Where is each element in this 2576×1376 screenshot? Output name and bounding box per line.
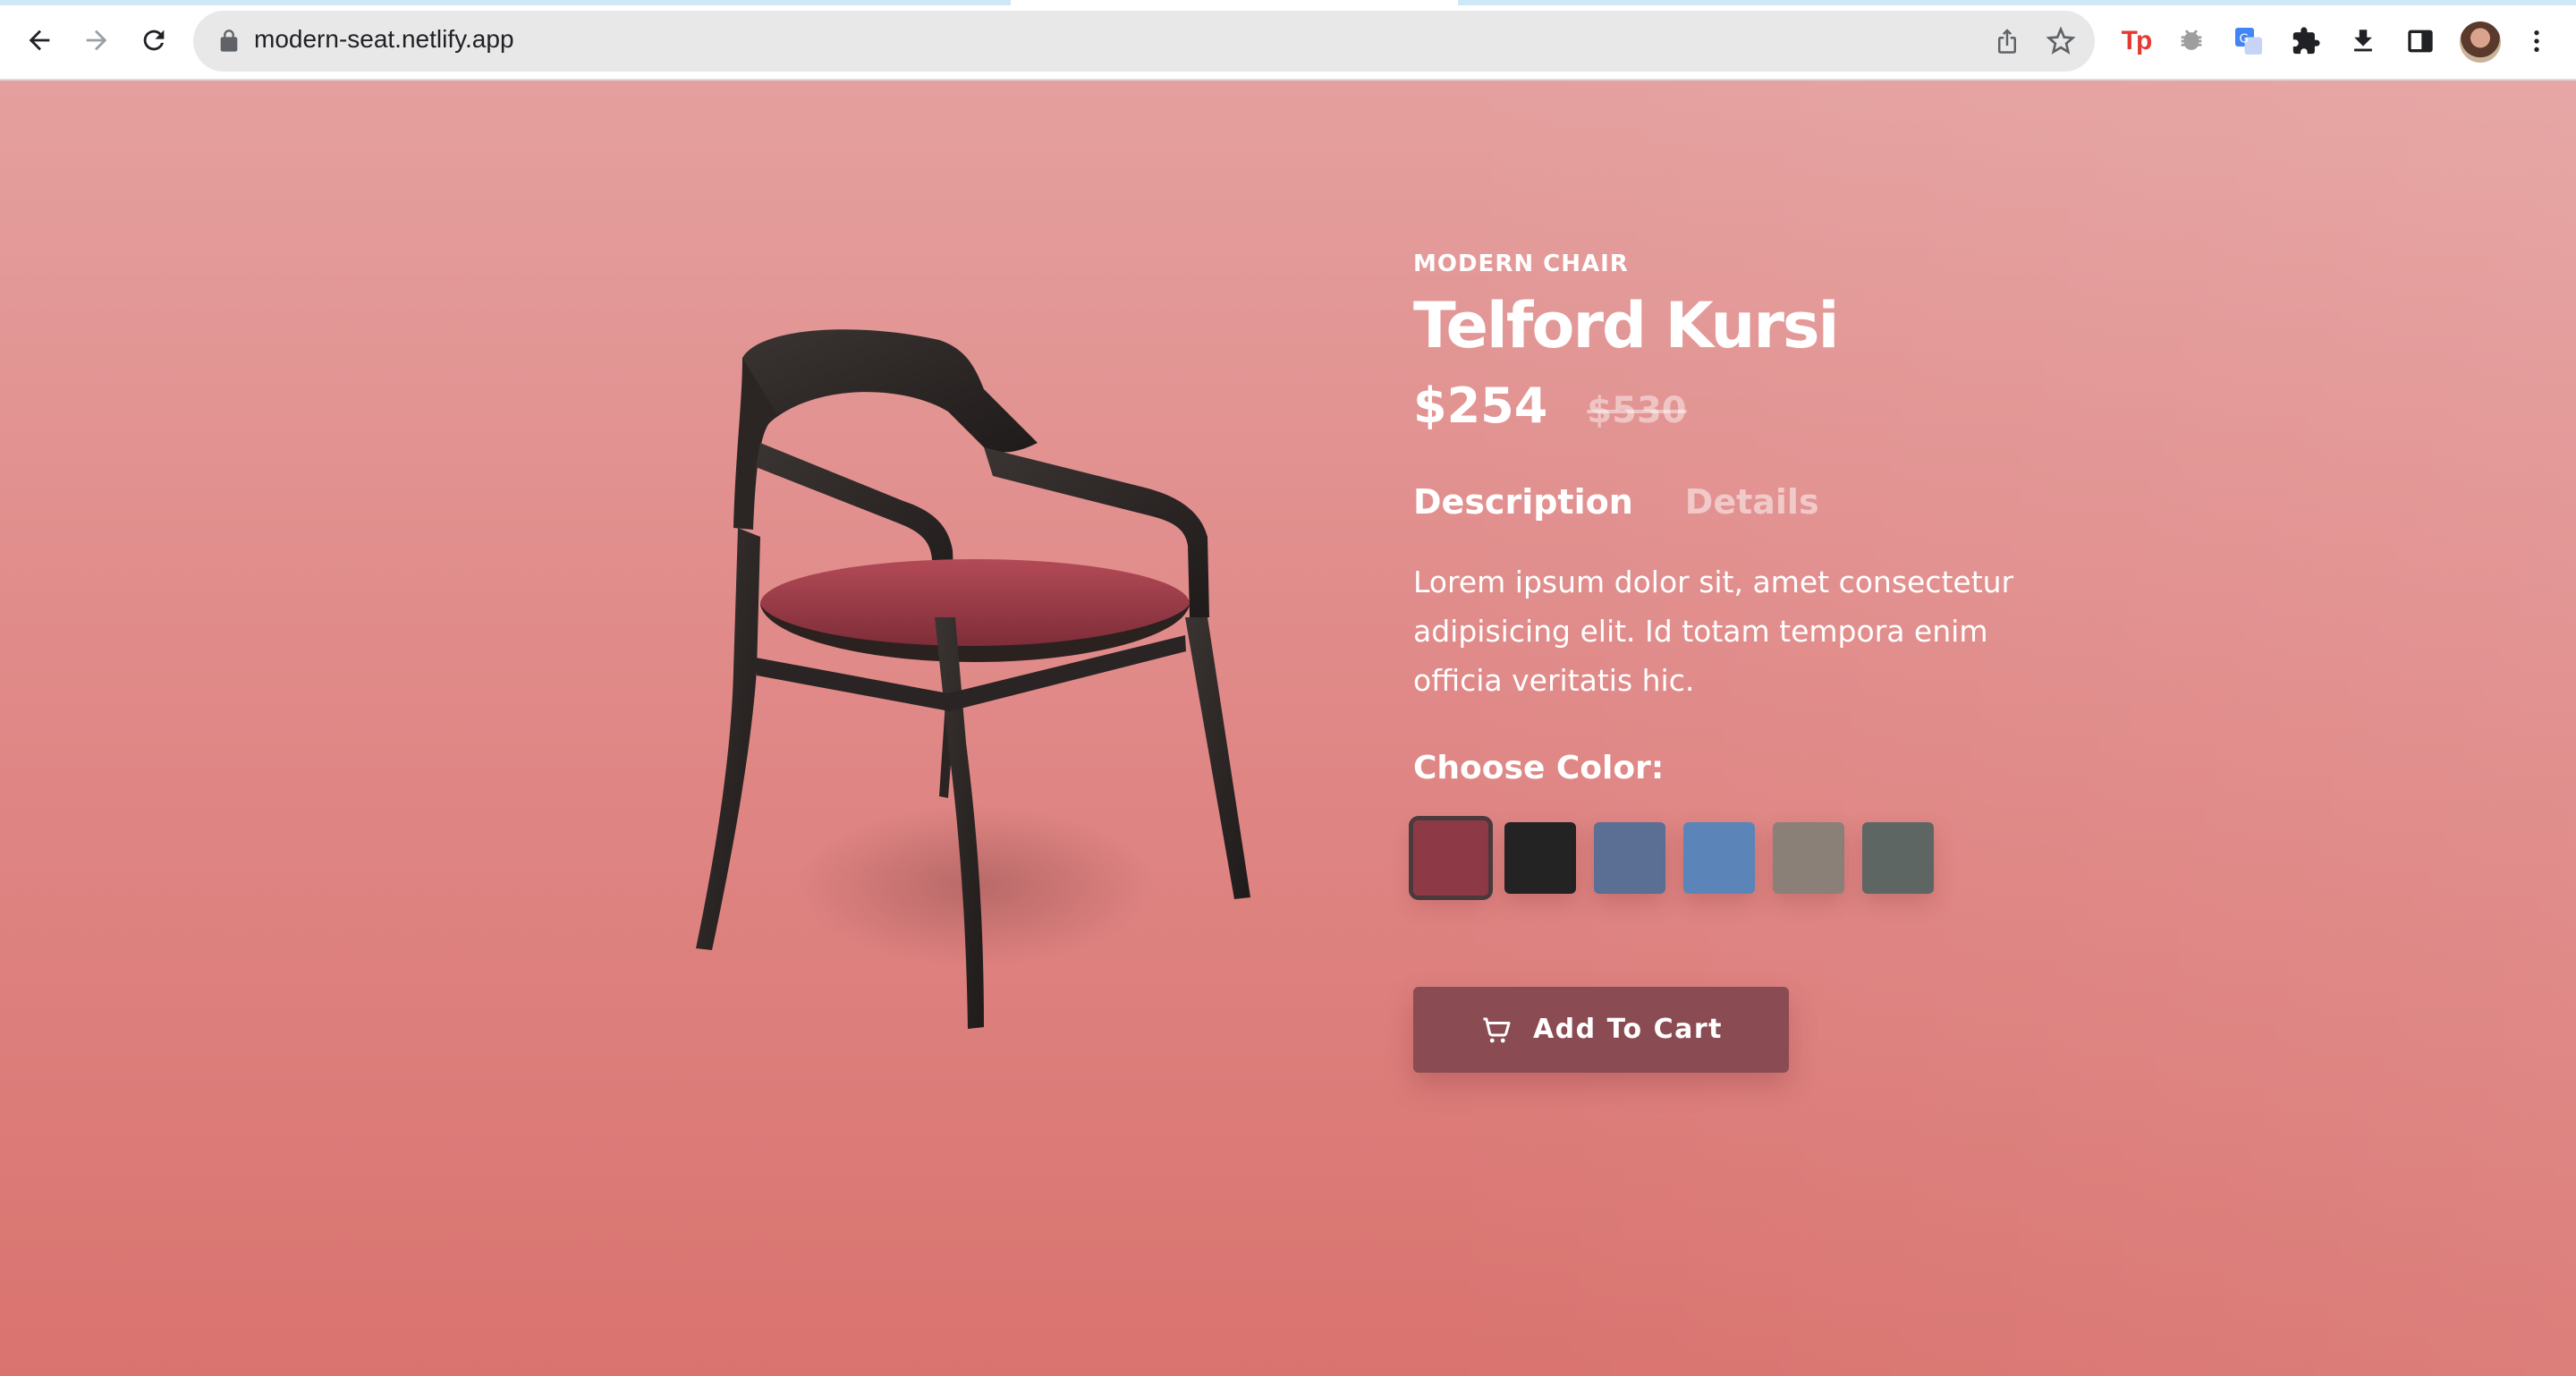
url-text: modern-seat.netlify.app [254,25,514,53]
product-category: MODERN CHAIR [1413,251,1629,277]
side-panel-button[interactable] [2401,21,2440,61]
extension-translate[interactable]: G [2229,21,2268,61]
chair-image [696,329,1250,1029]
reload-button[interactable] [132,19,175,62]
profile-avatar[interactable] [2460,21,2501,63]
tab-description[interactable]: Description [1413,482,1633,522]
browser-menu-button[interactable] [2517,21,2556,61]
color-label: Choose Color: [1413,749,1665,786]
color-swatch-black[interactable] [1504,821,1576,894]
back-arrow-icon [29,30,50,51]
color-swatch-taupe[interactable] [1773,821,1844,894]
add-to-cart-label: Add To Cart [1532,1014,1724,1045]
reload-icon [143,30,165,51]
color-swatch-light-blue[interactable] [1683,821,1755,894]
tab-details[interactable]: Details [1685,482,1819,522]
cart-icon [1483,1017,1511,1042]
extension-tp[interactable]: Tp [2116,21,2156,61]
extensions-button[interactable] [2286,21,2326,61]
color-swatch-denim-blue[interactable] [1594,821,1665,894]
color-swatch-burgundy[interactable] [1409,815,1493,900]
color-swatch-slate-grey[interactable] [1862,821,1934,894]
product-page: MODERN CHAIR Telford Kursi $254 $530 Des… [0,81,2576,1376]
lock-icon [220,30,238,52]
product-description: Lorem ipsum dolor sit, amet consectetur … [1413,564,2014,698]
color-swatches [1409,815,2093,900]
svg-text:G: G [2240,32,2249,47]
puzzle-icon [2292,27,2320,55]
bug-icon [2181,30,2202,50]
download-icon [2354,30,2372,52]
tab-strip [0,0,2576,5]
forward-button[interactable] [75,19,118,62]
downloads-button[interactable] [2343,21,2383,61]
product-title: Telford Kursi [1413,289,1840,362]
back-button[interactable] [18,19,61,62]
forward-arrow-icon [86,30,107,51]
address-bar[interactable]: modern-seat.netlify.app [193,11,2095,72]
extension-bug[interactable] [2172,21,2211,61]
menu-dots-icon [2534,30,2539,52]
bookmark-button[interactable] [2045,25,2077,57]
price-row: $254 $530 [1413,378,2093,434]
share-button[interactable] [1991,25,2023,57]
current-price: $254 [1413,377,1548,434]
share-icon [1998,29,2016,54]
browser-toolbar: modern-seat.netlify.app Tp G [0,0,2576,81]
original-price: $530 [1587,389,1687,431]
translate-icon: G [2235,28,2262,55]
add-to-cart-button[interactable]: Add To Cart [1413,986,1789,1073]
star-icon [2046,27,2075,55]
product-tabs: Description Details [1413,482,2093,522]
sidepanel-icon [2408,30,2433,53]
product-info: MODERN CHAIR Telford Kursi $254 $530 Des… [1409,251,2093,1073]
